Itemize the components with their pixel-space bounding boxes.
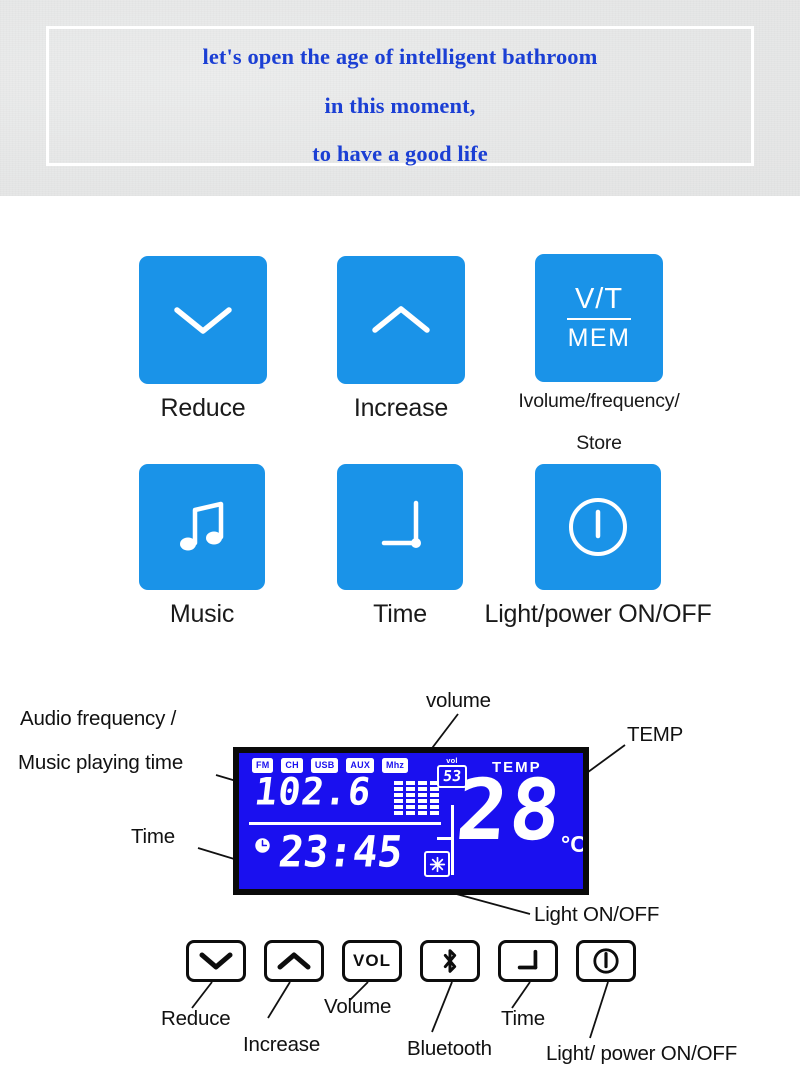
lcd-display-bezel: FM CH USB AUX Mhz 102.6 vol 53 TEMP 28 °… [233, 747, 589, 895]
bottom-button-volume[interactable]: VOL [342, 940, 402, 982]
bottom-button-time[interactable] [498, 940, 558, 982]
lcd-tag-mhz: Mhz [382, 758, 409, 773]
chevron-down-icon [199, 952, 233, 970]
bottom-label-power: Light/ power ON/OFF [546, 1042, 738, 1065]
bottom-button-row: VOL Reduce Increase Volume Bluetooth Tim… [0, 938, 800, 1088]
bottom-label-volume: Volume [324, 995, 392, 1018]
callout-temp: TEMP [627, 723, 684, 746]
keypad-label-increase: Increase [353, 394, 449, 422]
bottom-button-bluetooth[interactable] [420, 940, 480, 982]
vt-mem-icon: V/T MEM [567, 285, 631, 351]
lcd-horizontal-divider [249, 822, 441, 825]
keypad-label-reduce: Reduce [160, 394, 246, 422]
keypad-grid: Reduce Increase V/T MEM Ivolume/frequenc… [0, 232, 800, 662]
callout-volume: volume [426, 689, 491, 712]
keypad-label-vtmem-line2: Store [576, 432, 622, 454]
keypad-button-power[interactable] [535, 464, 661, 590]
lcd-clock-icon [255, 838, 270, 853]
keypad-cell-vtmem: V/T MEM Ivolume/frequency/ Store [518, 254, 680, 454]
lcd-light-indicator [424, 851, 450, 877]
keypad-label-music: Music [169, 600, 235, 628]
bottom-label-increase: Increase [243, 1033, 321, 1056]
keypad-cell-increase: Increase [337, 256, 465, 422]
vt-mem-top-text: V/T [574, 283, 624, 315]
chevron-up-icon [277, 952, 311, 970]
power-icon [569, 498, 627, 556]
vol-text-icon: VOL [353, 951, 391, 970]
keypad-label-time: Time [373, 600, 427, 628]
keypad-label-vtmem-line1: Ivolume/frequency/ [518, 390, 680, 412]
keypad-label-power: Light/power ON/OFF [484, 600, 712, 628]
keypad-cell-music: Music [139, 464, 265, 628]
clock-hands-icon [517, 949, 538, 970]
keypad-button-increase[interactable] [337, 256, 465, 384]
bottom-button-power[interactable] [576, 940, 636, 982]
bottom-button-reduce[interactable] [186, 940, 246, 982]
lcd-screen: FM CH USB AUX Mhz 102.6 vol 53 TEMP 28 °… [239, 753, 583, 889]
light-sun-icon [429, 856, 445, 872]
callout-light-onoff: Light ON/OFF [534, 903, 660, 926]
keypad-cell-power: Light/power ON/OFF [484, 464, 712, 628]
banner-line-3: to have a good life [312, 141, 488, 166]
bottom-label-time: Time [501, 1007, 545, 1030]
lcd-frequency-value: 102.6 [252, 769, 375, 814]
clock-hands-icon [381, 500, 421, 548]
keypad-button-reduce[interactable] [139, 256, 267, 384]
lcd-temp-value: 28 [452, 761, 567, 859]
chevron-up-icon [372, 306, 430, 333]
keypad-button-music[interactable] [139, 464, 265, 590]
keypad-cell-reduce: Reduce [139, 256, 267, 422]
header-banner: let's open the age of intelligent bathro… [0, 0, 800, 196]
bottom-label-bluetooth: Bluetooth [407, 1037, 492, 1060]
lcd-time-value: 23:45 [275, 826, 406, 878]
callout-time: Time [131, 825, 175, 848]
power-icon [593, 948, 619, 974]
lcd-volume-label: vol [446, 756, 458, 765]
lcd-signal-bargraph [394, 781, 439, 815]
callout-audio-frequency-line1: Audio frequency / [20, 707, 177, 730]
keypad-cell-time: Time [337, 464, 463, 628]
product-infographic-page: let's open the age of intelligent bathro… [0, 0, 800, 1088]
banner-line-1: let's open the age of intelligent bathro… [202, 44, 598, 69]
chevron-down-icon [174, 307, 232, 334]
vt-mem-bottom-text: MEM [567, 324, 631, 352]
keypad-button-time[interactable] [337, 464, 463, 590]
bottom-button-increase[interactable] [264, 940, 324, 982]
bottom-label-reduce: Reduce [161, 1007, 231, 1030]
music-note-icon [180, 501, 224, 551]
callout-audio-frequency-line2: Music playing time [18, 751, 184, 774]
banner-line-2: in this moment, [324, 92, 476, 118]
keypad-button-vtmem[interactable]: V/T MEM [535, 254, 663, 382]
lcd-temp-unit: °C [561, 831, 583, 857]
bluetooth-icon [443, 949, 457, 973]
banner-text-block: let's open the age of intelligent bathro… [46, 26, 754, 166]
lcd-divider-stub [437, 837, 454, 840]
